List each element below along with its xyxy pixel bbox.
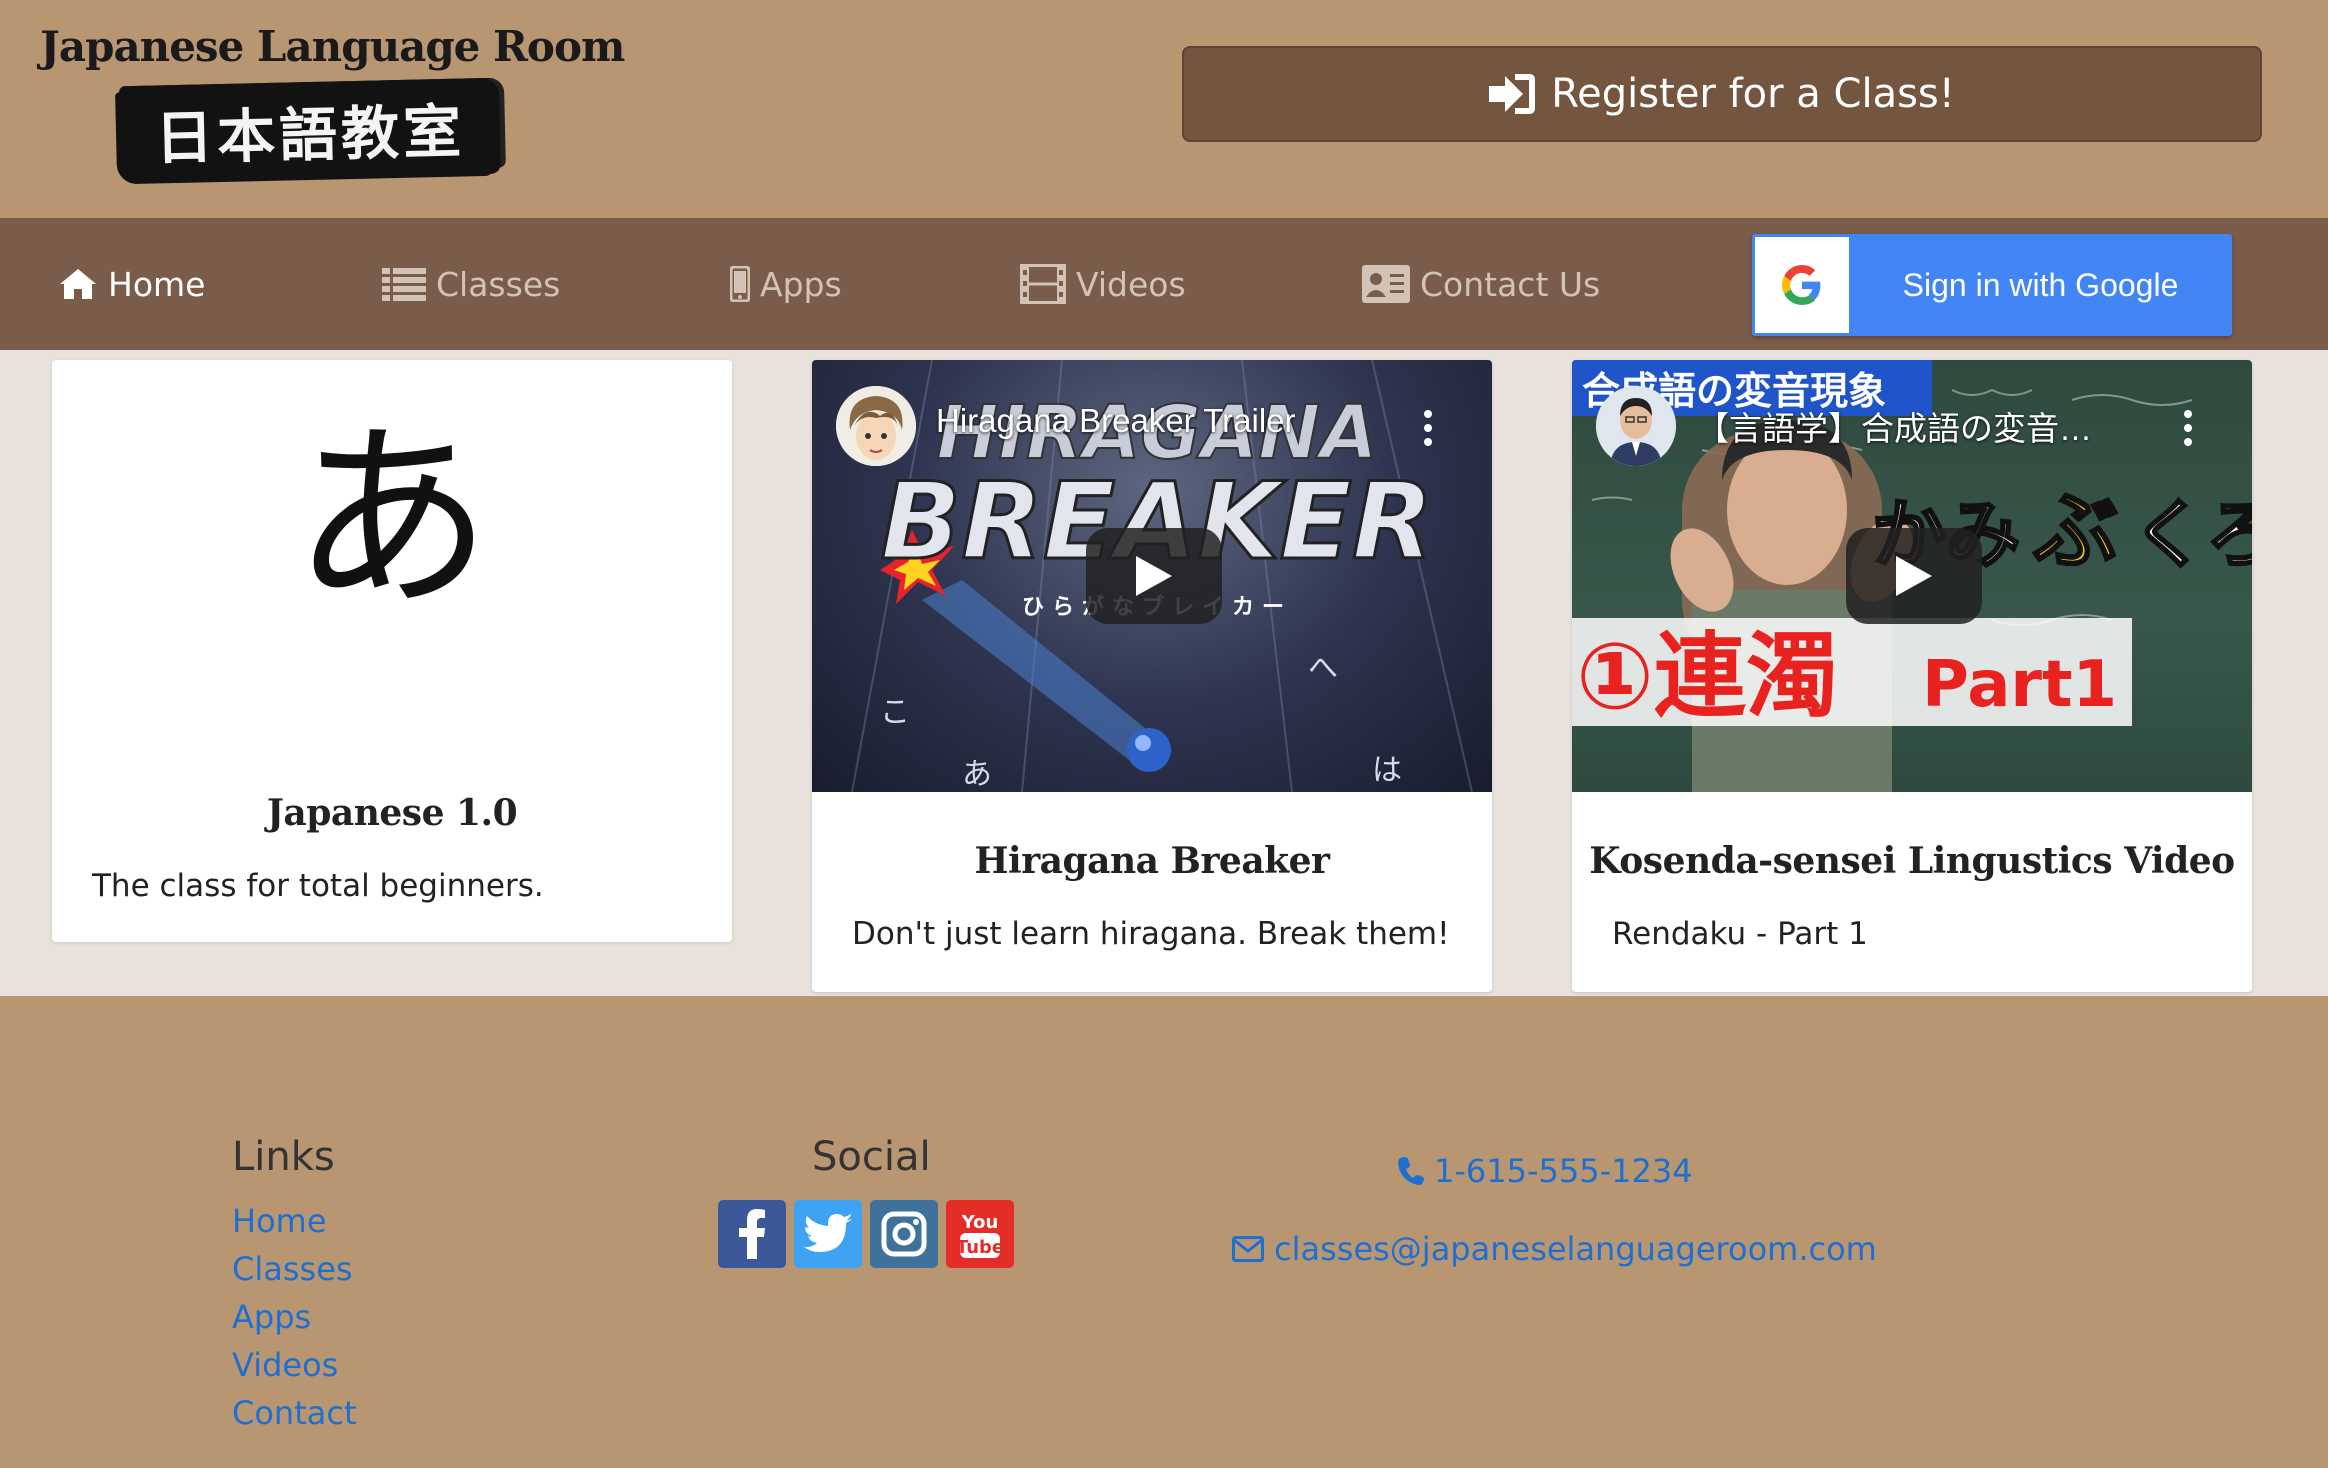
thumb-kana-2: あ xyxy=(962,757,992,792)
youtube-link[interactable]: You Tube xyxy=(946,1200,1014,1268)
footer-link-apps[interactable]: Apps xyxy=(232,1298,311,1336)
register-button[interactable]: Register for a Class! xyxy=(1182,46,2262,142)
twitter-icon xyxy=(804,1214,852,1252)
person-avatar-icon xyxy=(1596,386,1676,466)
sign-in-icon xyxy=(1489,74,1536,114)
app-card-hiragana-breaker[interactable]: HIRAGANA BREAKER ひらがなブレイカー こ あ へ は Hirag… xyxy=(812,360,1492,992)
anime-avatar-icon xyxy=(836,386,916,466)
thumb-big: ①連濁 xyxy=(1576,623,1838,730)
footer-link-classes[interactable]: Classes xyxy=(232,1250,353,1288)
video-player[interactable]: HIRAGANA BREAKER ひらがなブレイカー こ あ へ は Hirag… xyxy=(812,360,1492,792)
more-options-icon[interactable] xyxy=(1424,410,1432,452)
svg-text:You: You xyxy=(961,1212,999,1233)
nav-item-apps[interactable]: Apps xyxy=(730,218,842,350)
play-icon xyxy=(1896,556,1932,596)
video-player[interactable]: 合成語の変音現象 かみ ぶ くろ ①連濁 Part1 xyxy=(1572,360,2252,792)
google-sign-in-button[interactable]: Sign in with Google xyxy=(1752,234,2232,336)
card-text: Rendaku - Part 1 xyxy=(1612,916,1868,952)
site-header: Japanese Language Room 日本語教室 Register fo… xyxy=(0,0,2328,218)
svg-text:Tube: Tube xyxy=(958,1237,1002,1258)
thumb-kana-1: こ xyxy=(880,695,910,730)
nav-item-classes[interactable]: Classes xyxy=(382,218,560,350)
youtube-icon: You Tube xyxy=(958,1212,1002,1258)
logo-title: Japanese Language Room xyxy=(40,22,625,71)
card-text: The class for total beginners. xyxy=(92,868,544,904)
twitter-link[interactable] xyxy=(794,1200,862,1268)
home-icon xyxy=(60,269,96,299)
logo-kanji: 日本語教室 xyxy=(154,97,466,173)
nav-label-contact: Contact Us xyxy=(1420,264,1601,304)
play-icon xyxy=(1136,556,1172,596)
google-sign-in-label: Sign in with Google xyxy=(1902,266,2179,303)
email-link[interactable]: classes@japaneselanguageroom.com xyxy=(1232,1230,1877,1268)
contact-card-icon xyxy=(1362,265,1410,303)
site-footer: Links Home Classes Apps Videos Contact S… xyxy=(0,996,2328,1468)
video-title[interactable]: Hiragana Breaker Trailer xyxy=(936,402,1296,440)
thumb-kana-4: は xyxy=(1372,753,1402,788)
nav-label-videos: Videos xyxy=(1076,264,1186,304)
svg-text:ぶ: ぶ xyxy=(2033,482,2118,580)
main-content: あ Japanese 1.0 The class for total begin… xyxy=(0,350,2328,996)
thumb-kana-3: へ xyxy=(1308,651,1338,686)
class-card-japanese[interactable]: あ Japanese 1.0 The class for total begin… xyxy=(52,360,732,942)
facebook-icon xyxy=(739,1209,765,1259)
site-logo[interactable]: Japanese Language Room 日本語教室 xyxy=(40,22,625,183)
google-g-icon xyxy=(1782,265,1821,305)
play-button[interactable] xyxy=(1846,528,1982,624)
nav-label-apps: Apps xyxy=(760,264,842,304)
play-button[interactable] xyxy=(1086,528,1222,624)
nav-item-videos[interactable]: Videos xyxy=(1020,218,1186,350)
phone-link[interactable]: 1-615-555-1234 xyxy=(1398,1152,1693,1190)
nav-item-home[interactable]: Home xyxy=(58,218,205,350)
instagram-link[interactable] xyxy=(870,1200,938,1268)
phone-number: 1-615-555-1234 xyxy=(1434,1152,1693,1190)
video-card-kosenda[interactable]: 合成語の変音現象 かみ ぶ くろ ①連濁 Part1 xyxy=(1572,360,2252,992)
nav-item-contact[interactable]: Contact Us xyxy=(1362,218,1600,350)
nav-label-classes: Classes xyxy=(436,264,561,304)
card-title: Japanese 1.0 xyxy=(266,792,518,834)
hiragana-a-glyph: あ xyxy=(291,403,492,636)
email-address: classes@japaneselanguageroom.com xyxy=(1274,1230,1877,1268)
logo-kanji-background: 日本語教室 xyxy=(118,77,502,183)
footer-link-videos[interactable]: Videos xyxy=(232,1346,338,1384)
social-heading: Social xyxy=(812,1134,931,1180)
card-title: Hiragana Breaker xyxy=(974,840,1330,882)
film-icon xyxy=(1020,264,1066,304)
mobile-icon xyxy=(730,266,750,302)
list-icon xyxy=(382,268,426,301)
google-logo-box xyxy=(1755,237,1849,333)
svg-text:くろ: くろ xyxy=(2132,492,2252,578)
more-options-icon[interactable] xyxy=(2184,410,2192,452)
footer-link-contact[interactable]: Contact xyxy=(232,1394,357,1432)
facebook-link[interactable] xyxy=(718,1200,786,1268)
instagram-icon xyxy=(881,1211,927,1257)
footer-link-home[interactable]: Home xyxy=(232,1202,327,1240)
channel-avatar[interactable] xyxy=(836,386,916,466)
video-title[interactable]: 【言語学】合成語の変音… xyxy=(1696,402,2092,450)
register-label: Register for a Class! xyxy=(1551,71,1955,117)
card-text: Don't just learn hiragana. Break them! xyxy=(852,916,1450,952)
links-heading: Links xyxy=(232,1134,335,1180)
card-title: Kosenda-sensei Lingustics Video xyxy=(1589,840,2235,882)
thumb-part: Part1 xyxy=(1922,648,2117,722)
main-nav: Home Classes Apps Videos Contact Us Sign… xyxy=(0,218,2328,350)
nav-label-home: Home xyxy=(108,264,206,304)
channel-avatar[interactable] xyxy=(1596,386,1676,466)
phone-icon xyxy=(1398,1157,1424,1185)
envelope-icon xyxy=(1232,1236,1264,1262)
